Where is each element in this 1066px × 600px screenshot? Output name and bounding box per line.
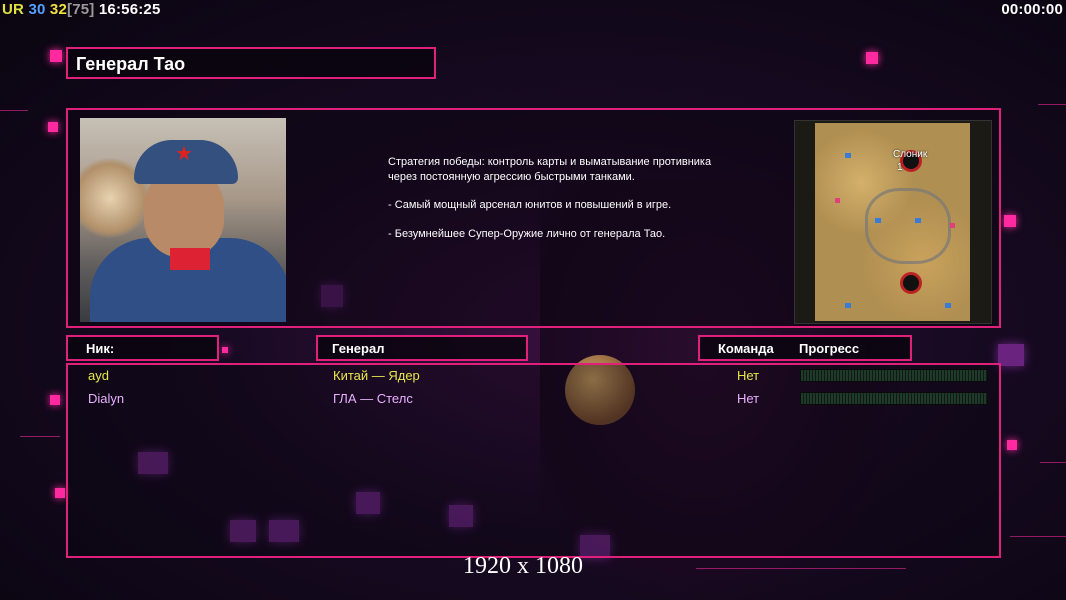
map-supply xyxy=(845,303,851,308)
general-info-panel: ★ Стратегия победы: контроль карты и вым… xyxy=(66,108,1001,328)
player-progress-bar xyxy=(800,392,988,405)
description-superweapon: - Безумнейшее Супер-Оружие лично от гене… xyxy=(388,227,666,240)
map-preview[interactable]: Слоник 1 xyxy=(794,120,992,324)
hud-value-32: 32 xyxy=(49,1,68,18)
player-team: Нет xyxy=(737,391,760,406)
bg-light xyxy=(48,122,58,132)
hud-ur: UR xyxy=(2,1,25,18)
bg-line xyxy=(0,110,28,111)
general-header-label: Генерал xyxy=(332,341,385,356)
player-row: ayd Китай — Ядер Нет xyxy=(68,365,999,387)
player-row: Dialyn ГЛА — Стелс Нет xyxy=(68,388,999,410)
portrait-collar xyxy=(170,248,210,270)
hud-bracket: [75] xyxy=(67,1,95,18)
description-arsenal: - Самый мощный арсенал юнитов и повышени… xyxy=(388,199,672,211)
player-nick: Dialyn xyxy=(88,391,125,406)
bg-light xyxy=(55,488,65,498)
column-header-team-progress: Команда Прогресс xyxy=(698,335,912,361)
column-header-nick: Ник: xyxy=(66,335,219,361)
general-description: Стратегия победы: контроль карты и вымат… xyxy=(388,155,718,255)
resolution-caption: 1920 x 1080 xyxy=(463,553,583,579)
map-marker xyxy=(950,223,955,228)
player-general: Китай — Ядер xyxy=(333,368,420,383)
bg-window xyxy=(998,344,1024,366)
hud-timer: 00:00:00 xyxy=(1001,1,1063,18)
map-terrain: Слоник 1 xyxy=(815,123,970,321)
player-list: ayd Китай — Ядер Нет Dialyn ГЛА — Стелс … xyxy=(66,363,1001,558)
hud-value-30: 30 xyxy=(28,1,46,18)
bg-line xyxy=(696,568,906,569)
bg-line xyxy=(1038,104,1066,105)
bg-light xyxy=(1004,215,1016,227)
map-marker xyxy=(835,198,840,203)
hud-clock: 16:56:25 xyxy=(98,1,161,18)
map-road xyxy=(865,188,951,264)
map-supply xyxy=(875,218,881,223)
column-header-general: Генерал xyxy=(316,335,528,361)
player-general: ГЛА — Стелс xyxy=(333,391,413,406)
bg-line xyxy=(20,436,60,437)
map-supply xyxy=(915,218,921,223)
map-supply xyxy=(945,303,951,308)
bg-light xyxy=(866,52,878,64)
player-team: Нет xyxy=(737,368,760,383)
bg-line xyxy=(1010,536,1066,537)
hud-stats: UR 30 32[75] 16:56:25 xyxy=(2,1,161,18)
description-strategy: Стратегия победы: контроль карты и вымат… xyxy=(388,156,712,183)
bg-light xyxy=(222,347,228,353)
map-supply xyxy=(845,153,851,158)
general-title-box: Генерал Тао xyxy=(66,47,436,79)
start-position-2[interactable] xyxy=(903,275,919,291)
general-portrait: ★ xyxy=(80,118,286,322)
nick-header-label: Ник: xyxy=(86,341,115,356)
progress-header-label: Прогресс xyxy=(799,341,860,356)
map-name: Слоник xyxy=(893,149,928,160)
bg-light xyxy=(1007,440,1017,450)
map-player-number: 1 xyxy=(897,162,903,173)
bg-light xyxy=(50,50,62,62)
player-nick: ayd xyxy=(88,368,109,383)
team-header-label: Команда xyxy=(718,341,774,356)
bg-light xyxy=(50,395,60,405)
bg-line xyxy=(1040,462,1066,463)
general-title: Генерал Тао xyxy=(76,54,186,74)
star-icon: ★ xyxy=(175,143,193,165)
player-progress-bar xyxy=(800,369,988,382)
